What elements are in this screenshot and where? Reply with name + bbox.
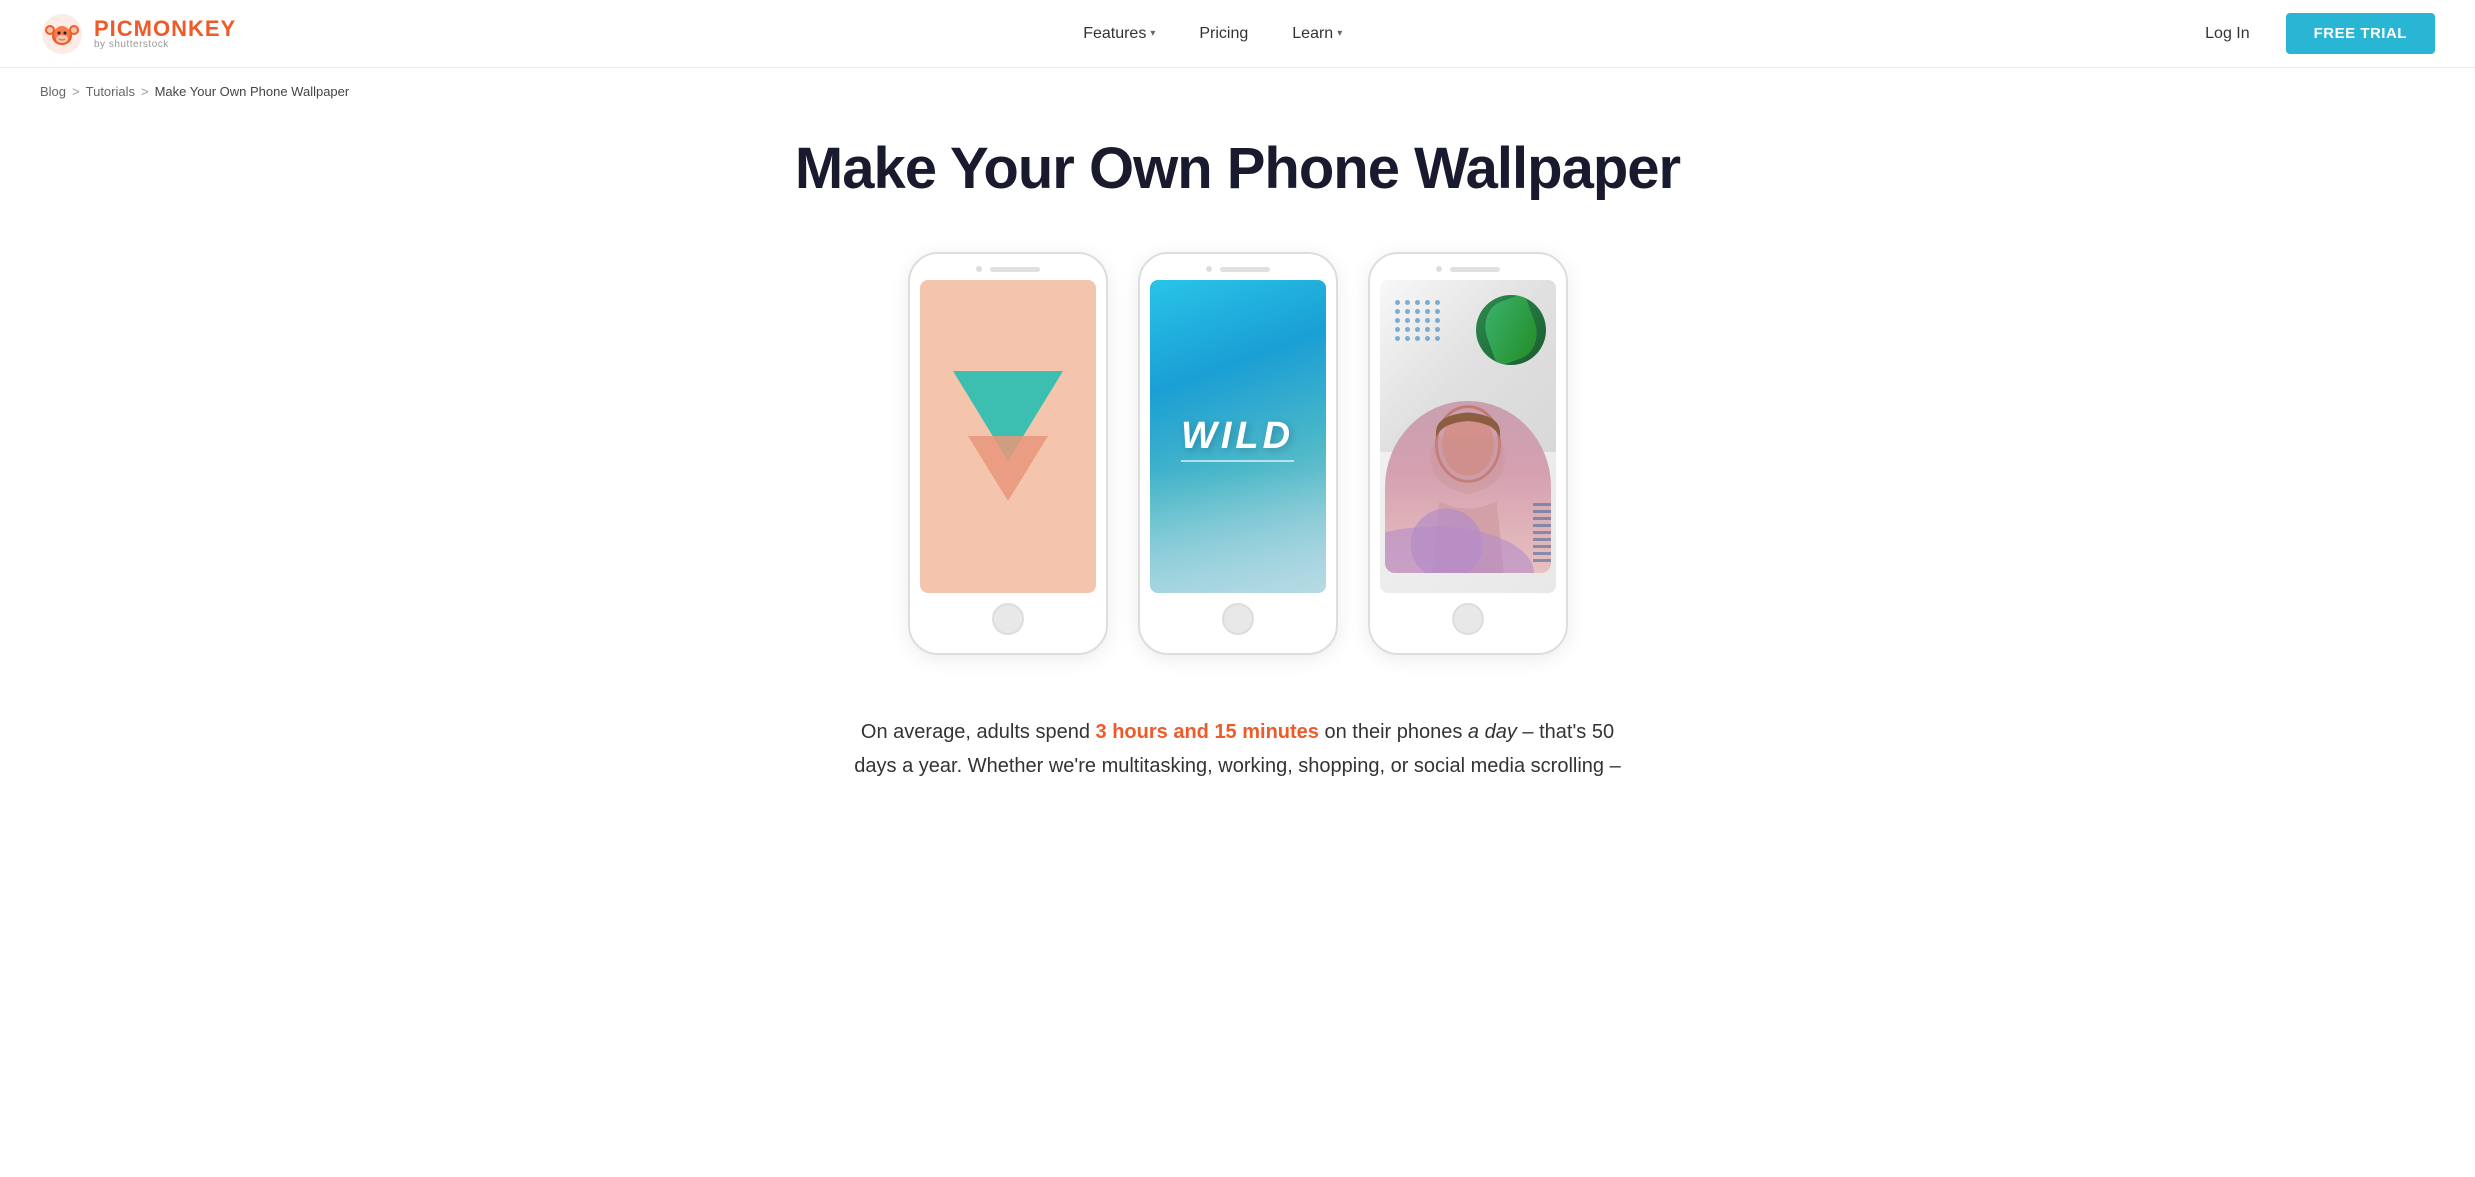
body-text-before: On average, adults spend [861, 721, 1096, 743]
phone-speaker-3 [1450, 267, 1500, 272]
phone-2: WILD [1138, 252, 1338, 655]
wild-underline [1181, 460, 1294, 462]
breadcrumb-tutorials[interactable]: Tutorials [86, 84, 135, 99]
stripe-pattern [1533, 503, 1551, 573]
phone-speaker [990, 267, 1040, 272]
body-text: On average, adults spend 3 hours and 15 … [838, 715, 1638, 783]
phone-3-content [1380, 280, 1556, 593]
ocean-waves [1150, 468, 1326, 593]
free-trial-button[interactable]: FREE TRIAL [2286, 13, 2435, 54]
leaf-icon [1477, 295, 1545, 365]
phone-3-bottom [1380, 603, 1556, 635]
dot-pattern [1395, 300, 1441, 341]
phone-2-top [1150, 266, 1326, 272]
triangle-rose [968, 436, 1048, 501]
page-title: Make Your Own Phone Wallpaper [795, 135, 1680, 202]
chevron-down-icon: ▾ [1150, 28, 1155, 39]
logo[interactable]: PICMONKEY by shutterstock [40, 12, 236, 56]
breadcrumb-separator-1: > [72, 84, 80, 99]
header-right: Log In FREE TRIAL [2189, 13, 2435, 54]
triangle-design [953, 371, 1063, 501]
phone-home-button-3 [1452, 603, 1484, 635]
logo-name: PICMONKEY [94, 18, 236, 40]
phone-3 [1368, 252, 1568, 655]
phone-camera-icon-2 [1206, 266, 1212, 272]
wild-text: WILD [1181, 415, 1294, 457]
breadcrumb-separator-2: > [141, 84, 149, 99]
phone-3-top [1380, 266, 1556, 272]
breadcrumb-blog[interactable]: Blog [40, 84, 66, 99]
logo-subtitle: by shutterstock [94, 40, 236, 50]
phone-2-wrapper: WILD [1138, 252, 1338, 655]
phone-1-screen [920, 280, 1096, 593]
phone-speaker-2 [1220, 267, 1270, 272]
nav-pricing[interactable]: Pricing [1181, 17, 1266, 51]
phone-2-bottom [1150, 603, 1326, 635]
phone-home-button [992, 603, 1024, 635]
nav-features[interactable]: Features ▾ [1065, 17, 1173, 51]
body-highlight: 3 hours and 15 minutes [1096, 721, 1319, 743]
phone-camera-icon-3 [1436, 266, 1442, 272]
main-nav: Features ▾ Pricing Learn ▾ [1065, 17, 1360, 51]
body-text-middle: on their phones [1319, 721, 1468, 743]
nav-learn[interactable]: Learn ▾ [1274, 17, 1360, 51]
logo-icon [40, 12, 84, 56]
phone-home-button-2 [1222, 603, 1254, 635]
login-button[interactable]: Log In [2189, 17, 2265, 51]
logo-text: PICMONKEY by shutterstock [94, 18, 236, 50]
phone-2-content: WILD [1150, 280, 1326, 593]
phone-camera-icon [976, 266, 982, 272]
person-photo [1385, 401, 1551, 573]
phone-1 [908, 252, 1108, 655]
main-content: Make Your Own Phone Wallpaper [0, 115, 2475, 843]
body-italic: a day [1468, 721, 1517, 743]
chevron-down-icon-2: ▾ [1337, 28, 1342, 39]
phone-1-top [920, 266, 1096, 272]
phone-1-bottom [920, 603, 1096, 635]
breadcrumb: Blog > Tutorials > Make Your Own Phone W… [0, 68, 2475, 115]
breadcrumb-current: Make Your Own Phone Wallpaper [155, 84, 350, 99]
plant-circle [1476, 295, 1546, 365]
phones-container: WILD [908, 252, 1568, 655]
phone-2-screen: WILD [1150, 280, 1326, 593]
phone-3-wrapper [1368, 252, 1568, 655]
header: PICMONKEY by shutterstock Features ▾ Pri… [0, 0, 2475, 68]
phone-3-screen [1380, 280, 1556, 593]
phone-1-wrapper [908, 252, 1108, 655]
phone-1-content [920, 280, 1096, 593]
